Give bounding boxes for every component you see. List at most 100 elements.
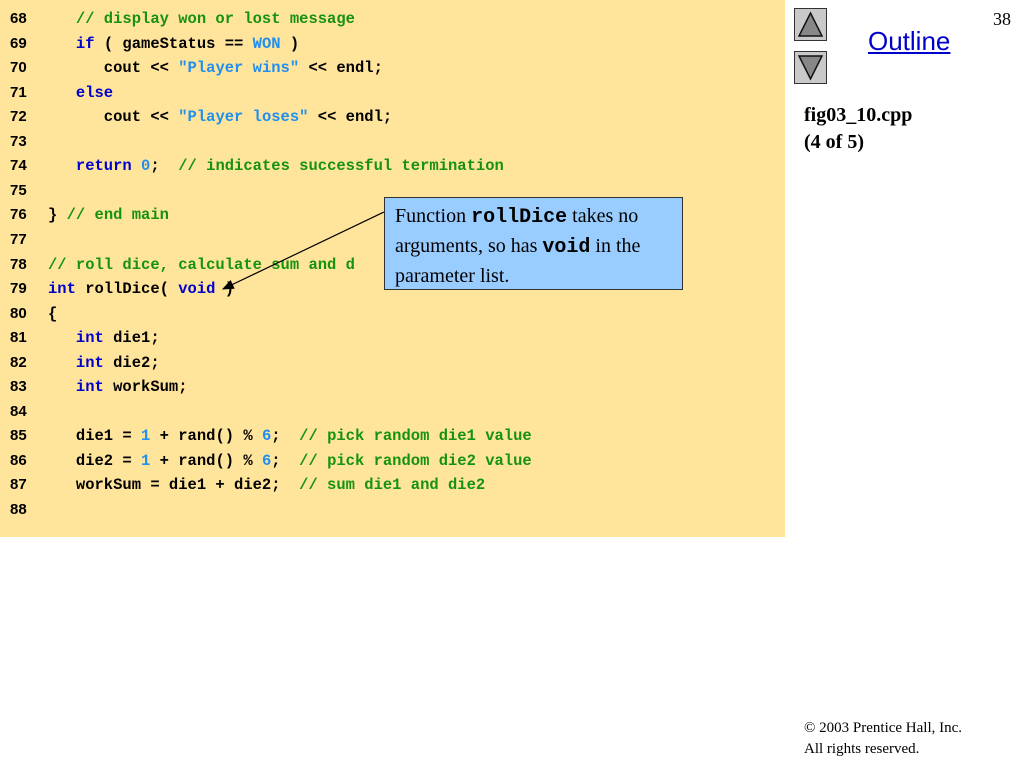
callout-text-1: Function <box>395 205 472 227</box>
next-slide-button[interactable] <box>794 51 827 84</box>
code-token: ; <box>271 427 300 446</box>
code-line: 87 workSum = die1 + die2; // sum die1 an… <box>0 473 785 497</box>
code-text: // display won or lost message <box>48 7 355 31</box>
code-token: // roll dice, calculate sum and d <box>48 255 355 274</box>
code-token: cout << <box>48 59 179 78</box>
code-token: 1 <box>141 451 151 470</box>
line-number: 80 <box>10 304 27 322</box>
code-line: 80 { <box>0 302 785 326</box>
code-token: cout << <box>48 108 179 127</box>
code-token: 0 <box>141 157 151 176</box>
code-line: 88 <box>0 498 785 522</box>
code-token: ) <box>280 34 300 53</box>
line-number: 84 <box>10 402 27 420</box>
code-line: 86 die2 = 1 + rand() % 6; // pick random… <box>0 449 785 473</box>
line-number: 87 <box>10 476 27 494</box>
code-text: // roll dice, calculate sum and d <box>48 253 355 277</box>
previous-slide-button[interactable] <box>794 8 827 41</box>
line-number: 82 <box>10 353 27 371</box>
code-token: << endl; <box>308 108 393 127</box>
file-label: fig03_10.cpp (4 of 5) <box>804 102 912 156</box>
code-token: die1 = <box>48 427 142 446</box>
line-number: 79 <box>10 280 27 298</box>
line-number: 75 <box>10 181 27 199</box>
copyright-line2: All rights reserved. <box>804 741 920 757</box>
code-text: die2 = 1 + rand() % 6; // pick random di… <box>48 449 532 473</box>
callout-box: Function rollDice takes no arguments, so… <box>384 197 683 290</box>
code-token: ( gameStatus == <box>94 34 253 53</box>
code-line: 70 cout << "Player wins" << endl; <box>0 56 785 80</box>
code-token: die2 = <box>48 451 142 470</box>
code-token: int <box>75 329 104 348</box>
line-number: 74 <box>10 157 27 175</box>
copyright-symbol: © <box>804 720 816 736</box>
line-number: 71 <box>10 83 27 101</box>
code-token: { <box>48 304 58 323</box>
line-number: 83 <box>10 378 27 396</box>
code-line: 74 return 0; // indicates successful ter… <box>0 154 785 178</box>
code-token: return <box>75 157 132 176</box>
code-token: // end main <box>66 206 169 225</box>
code-token: // sum die1 and die2 <box>299 476 486 495</box>
code-token: if <box>75 34 95 53</box>
line-number: 81 <box>10 329 27 347</box>
line-number: 69 <box>10 34 27 52</box>
code-token: die1; <box>103 329 160 348</box>
code-text: else <box>48 81 113 105</box>
code-line: 68 // display won or lost message <box>0 7 785 31</box>
file-part: (4 of 5) <box>804 131 864 153</box>
line-number: 88 <box>10 501 27 518</box>
copyright: © 2003 Prentice Hall, Inc. All rights re… <box>804 718 962 760</box>
code-text: { <box>48 302 57 326</box>
code-text: die1 = 1 + rand() % 6; // pick random di… <box>48 424 532 448</box>
line-number: 86 <box>10 451 27 469</box>
triangle-down-icon <box>797 55 824 81</box>
code-line: 81 int die1; <box>0 326 785 350</box>
line-number: 70 <box>10 59 27 77</box>
code-token: workSum; <box>103 378 188 397</box>
page-number: 38 <box>993 9 1011 29</box>
code-token: int <box>48 280 76 299</box>
code-line: 84 <box>0 400 785 424</box>
code-token: // indicates successful termination <box>178 157 504 176</box>
code-token: // display won or lost message <box>75 10 355 28</box>
code-line: 82 int die2; <box>0 351 785 375</box>
outline-link[interactable]: Outline <box>868 26 950 57</box>
code-text: return 0; // indicates successful termin… <box>48 154 504 178</box>
line-number: 72 <box>10 108 27 126</box>
code-token: // pick random die2 value <box>299 451 532 470</box>
line-number: 77 <box>10 230 27 248</box>
code-text: int die2; <box>48 351 160 375</box>
code-token: "Player loses" <box>178 108 309 127</box>
line-number: 76 <box>10 206 27 224</box>
code-line: 69 if ( gameStatus == WON ) <box>0 32 785 56</box>
code-token: void <box>178 280 216 299</box>
code-text: cout << "Player wins" << endl; <box>48 56 383 80</box>
code-token: 6 <box>261 427 272 446</box>
code-text: cout << "Player loses" << endl; <box>48 105 392 129</box>
triangle-up-icon <box>797 11 824 37</box>
code-line: 83 int workSum; <box>0 375 785 399</box>
code-text: } // end main <box>48 203 169 227</box>
code-text: int rollDice( void ) <box>48 277 234 301</box>
code-token: "Player wins" <box>178 59 300 78</box>
callout-code-2: void <box>542 236 591 259</box>
line-number: 85 <box>10 427 27 445</box>
callout-code-1: rollDice <box>471 206 568 229</box>
code-token: int <box>75 378 104 397</box>
code-line: 73 <box>0 130 785 154</box>
line-number: 78 <box>10 255 27 273</box>
code-line: 71 else <box>0 81 785 105</box>
line-number: 73 <box>10 132 27 150</box>
code-token: ; <box>271 451 300 470</box>
code-token: ; <box>150 157 179 176</box>
code-token: 1 <box>141 427 151 446</box>
code-token: 6 <box>261 451 272 470</box>
